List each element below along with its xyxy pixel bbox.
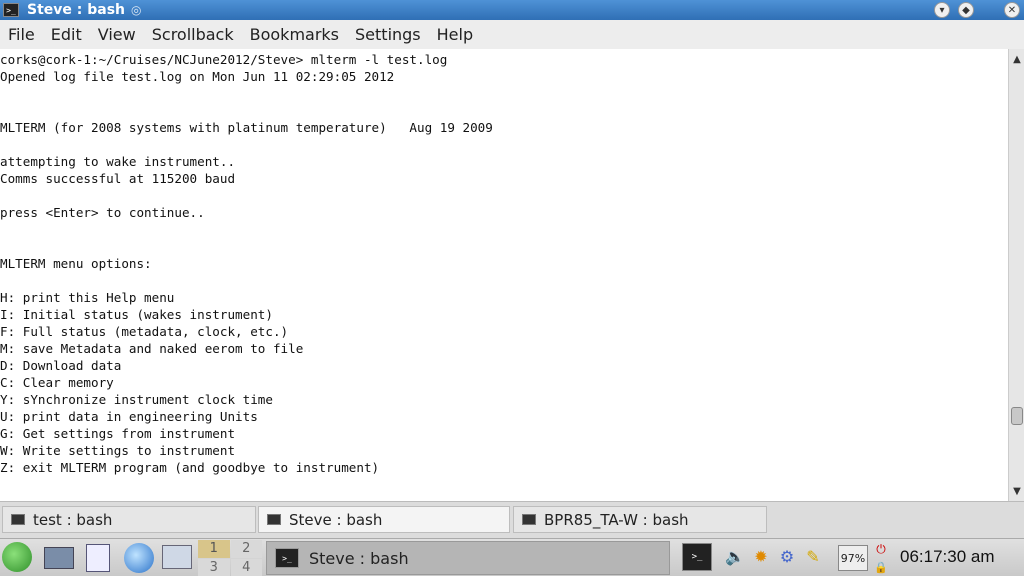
terminal-launcher-icon[interactable]: >_ xyxy=(682,543,712,571)
desktop-pager: 1 2 3 4 xyxy=(198,540,262,576)
window-title: Steve : bash xyxy=(27,2,126,18)
terminal-icon: >_ xyxy=(275,548,299,568)
desktop-3[interactable]: 3 xyxy=(198,558,230,576)
tab-bar: test : bash Steve : bash BPR85_TA-W : ba… xyxy=(0,501,1024,538)
notes-icon[interactable] xyxy=(86,544,110,572)
menu-bar: File Edit View Scrollback Bookmarks Sett… xyxy=(0,20,1024,49)
menu-help[interactable]: Help xyxy=(429,25,481,44)
terminal-line: H: print this Help menu xyxy=(0,290,175,305)
power-icon[interactable]: ⏻ xyxy=(873,541,889,557)
scroll-down-icon[interactable]: ▼ xyxy=(1009,483,1024,499)
tab-label: Steve : bash xyxy=(289,510,383,529)
terminal-line: MLTERM (for 2008 systems with platinum t… xyxy=(0,120,493,135)
terminal-line: D: Download data xyxy=(0,358,122,373)
settings-gear-icon[interactable]: ⚙ xyxy=(776,545,798,567)
terminal-icon xyxy=(267,514,281,525)
terminal-line: MLTERM menu options: xyxy=(0,256,152,271)
terminal-icon xyxy=(11,514,25,525)
terminal-icon: >_ xyxy=(3,3,19,17)
terminal-line: Z: exit MLTERM program (and goodbye to i… xyxy=(0,460,380,475)
volume-icon[interactable]: 🔈 xyxy=(724,545,746,567)
application-launcher-icon[interactable] xyxy=(2,542,32,572)
clipboard-icon[interactable]: ✎ xyxy=(802,545,824,567)
terminal-line: press <Enter> to continue.. xyxy=(0,205,205,220)
terminal-line: U: print data in engineering Units xyxy=(0,409,258,424)
terminal-line: I: Initial status (wakes instrument) xyxy=(0,307,273,322)
tab-label: BPR85_TA-W : bash xyxy=(544,510,689,529)
clock[interactable]: 06:17:30 am xyxy=(900,547,995,567)
web-browser-icon[interactable] xyxy=(124,543,154,573)
terminal-line: F: Full status (metadata, clock, etc.) xyxy=(0,324,289,339)
close-icon[interactable]: ✕ xyxy=(1004,2,1020,18)
menu-bookmarks[interactable]: Bookmarks xyxy=(242,25,347,44)
task-steve-bash[interactable]: >_ Steve : bash xyxy=(266,541,670,575)
tab-steve-bash[interactable]: Steve : bash xyxy=(258,506,510,533)
computer-icon[interactable] xyxy=(162,545,192,569)
terminal-line: Y: sYnchronize instrument clock time xyxy=(0,392,273,407)
scrollbar-thumb[interactable] xyxy=(1011,407,1023,425)
desktop-1[interactable]: 1 xyxy=(198,540,230,558)
menu-edit[interactable]: Edit xyxy=(43,25,90,44)
terminal-line: G: Get settings from instrument xyxy=(0,426,236,441)
menu-view[interactable]: View xyxy=(90,25,144,44)
network-manager-icon[interactable] xyxy=(44,547,74,569)
title-bar: >_ Steve : bash ◎ ▾ ◆ ✕ xyxy=(0,0,1024,20)
terminal-line: attempting to wake instrument.. xyxy=(0,154,236,169)
taskbar: 1 2 3 4 >_ Steve : bash >_ 🔈 ✹ ⚙ ✎ 97% ⏻… xyxy=(0,538,1024,576)
update-notifier-icon[interactable]: ✹ xyxy=(750,545,772,567)
desktop-2[interactable]: 2 xyxy=(230,540,262,558)
menu-file[interactable]: File xyxy=(0,25,43,44)
terminal-line: corks@cork-1:~/Cruises/NCJune2012/Steve>… xyxy=(0,52,448,67)
terminal-icon xyxy=(522,514,536,525)
desktop-4[interactable]: 4 xyxy=(230,558,262,576)
tab-bpr85-bash[interactable]: BPR85_TA-W : bash xyxy=(513,506,767,533)
terminal-output[interactable]: corks@cork-1:~/Cruises/NCJune2012/Steve>… xyxy=(0,49,1008,501)
terminal-line: Comms successful at 115200 baud xyxy=(0,171,236,186)
maximize-icon[interactable]: ◆ xyxy=(958,2,974,18)
menu-scrollback[interactable]: Scrollback xyxy=(144,25,242,44)
lock-icon[interactable]: 🔒 xyxy=(873,559,889,575)
terminal-line: Opened log file test.log on Mon Jun 11 0… xyxy=(0,69,395,84)
tab-label: test : bash xyxy=(33,510,113,529)
terminal-line: M: save Metadata and naked eerom to file xyxy=(0,341,304,356)
terminal-line: C: Clear memory xyxy=(0,375,114,390)
desktop-indicator-icon: ◎ xyxy=(131,3,142,17)
vertical-scrollbar[interactable]: ▲ ▼ xyxy=(1008,49,1024,501)
menu-settings[interactable]: Settings xyxy=(347,25,429,44)
minimize-icon[interactable]: ▾ xyxy=(934,2,950,18)
terminal-lines: corks@cork-1:~/Cruises/NCJune2012/Steve>… xyxy=(0,49,1008,476)
terminal-line: W: Write settings to instrument xyxy=(0,443,236,458)
tab-test-bash[interactable]: test : bash xyxy=(2,506,256,533)
task-label: Steve : bash xyxy=(309,548,409,568)
battery-indicator[interactable]: 97% xyxy=(838,545,868,571)
scroll-up-icon[interactable]: ▲ xyxy=(1009,51,1024,67)
